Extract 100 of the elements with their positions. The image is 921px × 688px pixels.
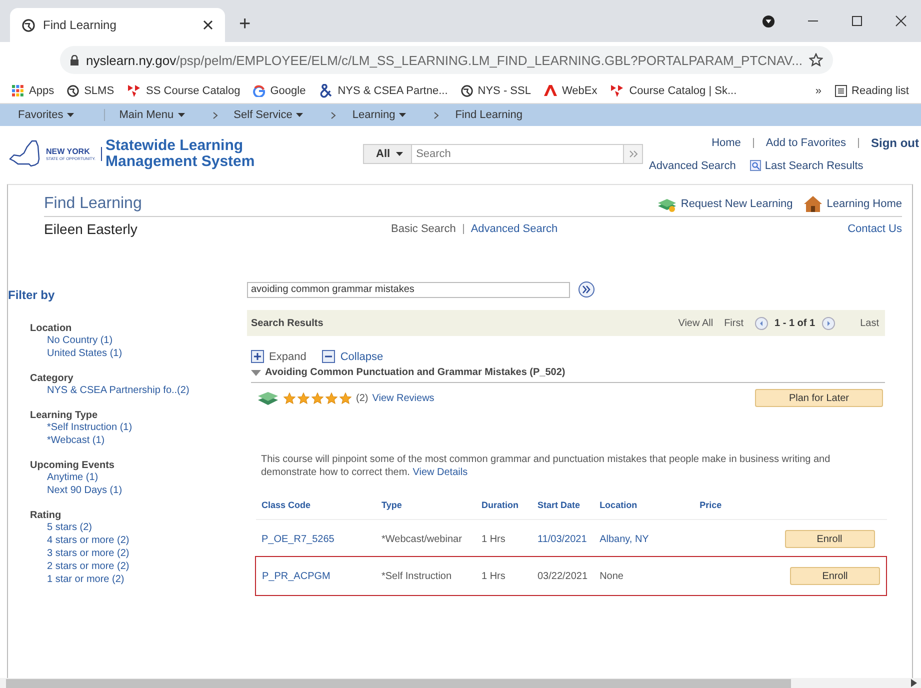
- review-count: (2): [356, 392, 368, 404]
- system-name: Statewide Learning Management System: [106, 138, 256, 170]
- bookmark[interactable]: SS Course Catalog: [127, 84, 240, 97]
- bookmark[interactable]: NYS & CSEA Partne...: [318, 84, 448, 98]
- bookmark-label: Apps: [29, 84, 54, 96]
- star-icon: [283, 392, 296, 404]
- learning-home-link[interactable]: Learning Home: [802, 195, 902, 213]
- globe-icon: [22, 18, 35, 32]
- class-code-link[interactable]: P_OE_R7_5265: [262, 534, 334, 544]
- table-cell: *Self Instruction: [382, 570, 452, 582]
- filter-link[interactable]: 5 stars (2): [30, 521, 247, 534]
- url-text: nyslearn.ny.gov/psp/pelm/EMPLOYEE/ELM/c/LM_SS_LEARNING.LM_FIND_LEARNING.GBL?PORTALPARAM_PTCNAV...: [86, 52, 802, 68]
- view-reviews-link[interactable]: View Reviews: [372, 392, 434, 404]
- plus-icon: [251, 350, 264, 363]
- books-icon: [257, 390, 279, 406]
- location-link[interactable]: Albany, NY: [600, 534, 649, 544]
- request-new-learning-link[interactable]: Request New Learning: [656, 195, 793, 213]
- bookmark[interactable]: SLMS: [67, 84, 114, 96]
- last-search-results-link[interactable]: Last Search Results: [750, 160, 864, 172]
- logo-wordmark: NEW YORK: [46, 146, 91, 156]
- filter-link[interactable]: 3 stars or more (2): [30, 547, 247, 560]
- header-link[interactable]: Home: [712, 136, 741, 148]
- close-icon[interactable]: [203, 20, 213, 30]
- table-cell: 1 Hrs: [482, 570, 506, 582]
- caret-icon: [178, 113, 185, 117]
- filter-link[interactable]: No Country (1): [30, 334, 247, 347]
- header-link[interactable]: Add to Favorites: [766, 136, 846, 148]
- bookmark[interactable]: NYS - SSL: [460, 84, 531, 96]
- sign-out-link[interactable]: Sign out: [871, 136, 919, 150]
- enroll-button[interactable]: Enroll: [784, 530, 874, 548]
- more-bookmarks-button[interactable]: »: [815, 84, 822, 96]
- nav-menu-item[interactable]: Main Menu: [105, 109, 199, 121]
- lock-icon: [70, 54, 79, 66]
- caret-icon: [296, 113, 304, 117]
- plan-for-later-button[interactable]: Plan for Later: [755, 389, 883, 407]
- browser-tab[interactable]: Find Learning: [10, 8, 225, 42]
- table-cell: 1 Hrs: [482, 534, 506, 544]
- bookmark[interactable]: Course Catalog | Sk...: [610, 84, 737, 97]
- filter-link[interactable]: Anytime (1): [30, 471, 247, 484]
- nav-menu-item[interactable]: Learning: [338, 109, 420, 121]
- filter-heading: Upcoming Events: [30, 460, 116, 471]
- table-cell: None: [600, 570, 624, 582]
- enroll-button[interactable]: Enroll: [790, 567, 880, 585]
- filter-link[interactable]: NYS & CSEA Partnership fo..(2): [30, 384, 247, 397]
- view-details-link[interactable]: View Details: [412, 467, 468, 478]
- scrollbar-thumb[interactable]: [6, 679, 791, 688]
- filter-link[interactable]: 2 stars or more (2): [30, 560, 247, 573]
- advanced-search-link[interactable]: Advanced Search: [649, 160, 736, 172]
- new-tab-button[interactable]: +: [239, 13, 251, 36]
- results-title: Search Results: [251, 318, 324, 328]
- filter-heading: Learning Type: [30, 410, 99, 421]
- caret-icon: [396, 152, 404, 156]
- caret-icon: [67, 113, 74, 117]
- bookmark[interactable]: WebEx: [544, 84, 598, 97]
- keyword-field[interactable]: avoiding common grammar mistakes: [247, 282, 570, 298]
- filter-link[interactable]: *Self Instruction (1): [30, 421, 247, 434]
- filter-heading: Category: [30, 373, 74, 384]
- next-icon[interactable]: [822, 316, 836, 330]
- star-icon[interactable]: [809, 53, 824, 67]
- chevron-icon: [434, 112, 440, 118]
- filter-link[interactable]: *Webcast (1): [30, 434, 247, 447]
- class-code-link[interactable]: P_PR_ACPGM: [262, 570, 330, 582]
- star-icon: [339, 392, 352, 404]
- contact-us-link[interactable]: Contact Us: [848, 223, 902, 235]
- close-icon[interactable]: [895, 15, 907, 27]
- nav-menu-item[interactable]: Find Learning: [441, 109, 536, 121]
- nav-menu-item[interactable]: Self Service: [220, 109, 318, 121]
- bookmark-label: NYS - SSL: [478, 84, 531, 96]
- expand-button[interactable]: Expand: [251, 350, 306, 363]
- filter-link[interactable]: 4 stars or more (2): [30, 534, 247, 547]
- grid-icon: [12, 84, 24, 96]
- disclosure-icon[interactable]: [251, 368, 261, 376]
- filter-link[interactable]: United States (1): [30, 347, 247, 360]
- reading-list-button[interactable]: Reading list: [834, 84, 909, 96]
- filter-link[interactable]: Next 90 Days (1): [30, 484, 247, 497]
- collapse-button[interactable]: Collapse: [322, 350, 384, 363]
- star-icon: [297, 392, 310, 404]
- previous-icon[interactable]: [754, 316, 768, 330]
- flag-icon: [610, 84, 624, 97]
- filter-link[interactable]: 1 star or more (2): [30, 573, 247, 586]
- basic-search-link[interactable]: Basic Search: [391, 223, 456, 235]
- nav-menu-item[interactable]: Favorites: [0, 109, 106, 121]
- maximize-icon[interactable]: [851, 15, 863, 27]
- address-field[interactable]: nyslearn.ny.gov/psp/pelm/EMPLOYEE/ELM/c/LM_SS_LEARNING.LM_FIND_LEARNING.GBL?PORTALPARAM_PTCNAV...: [60, 46, 834, 74]
- scope-dropdown[interactable]: All: [364, 144, 412, 162]
- bookmark[interactable]: Apps: [12, 84, 54, 96]
- last-link[interactable]: Last: [860, 318, 879, 328]
- globe-icon: [67, 84, 80, 96]
- bookmark[interactable]: Google: [253, 84, 306, 96]
- search-field[interactable]: All Search: [363, 144, 643, 164]
- view-all-link[interactable]: View All: [678, 318, 714, 328]
- start-date-link[interactable]: 11/03/2021: [538, 534, 587, 544]
- advanced-search-link[interactable]: Advanced Search: [470, 223, 558, 235]
- first-link[interactable]: First: [724, 318, 744, 328]
- filter-heading: Location: [30, 323, 73, 334]
- scroll-right-icon[interactable]: [911, 679, 917, 687]
- bookmark-label: SS Course Catalog: [146, 84, 240, 96]
- go-icon[interactable]: [578, 281, 595, 298]
- filter-title: Filter by: [8, 288, 56, 302]
- caret-icon: [399, 113, 406, 117]
